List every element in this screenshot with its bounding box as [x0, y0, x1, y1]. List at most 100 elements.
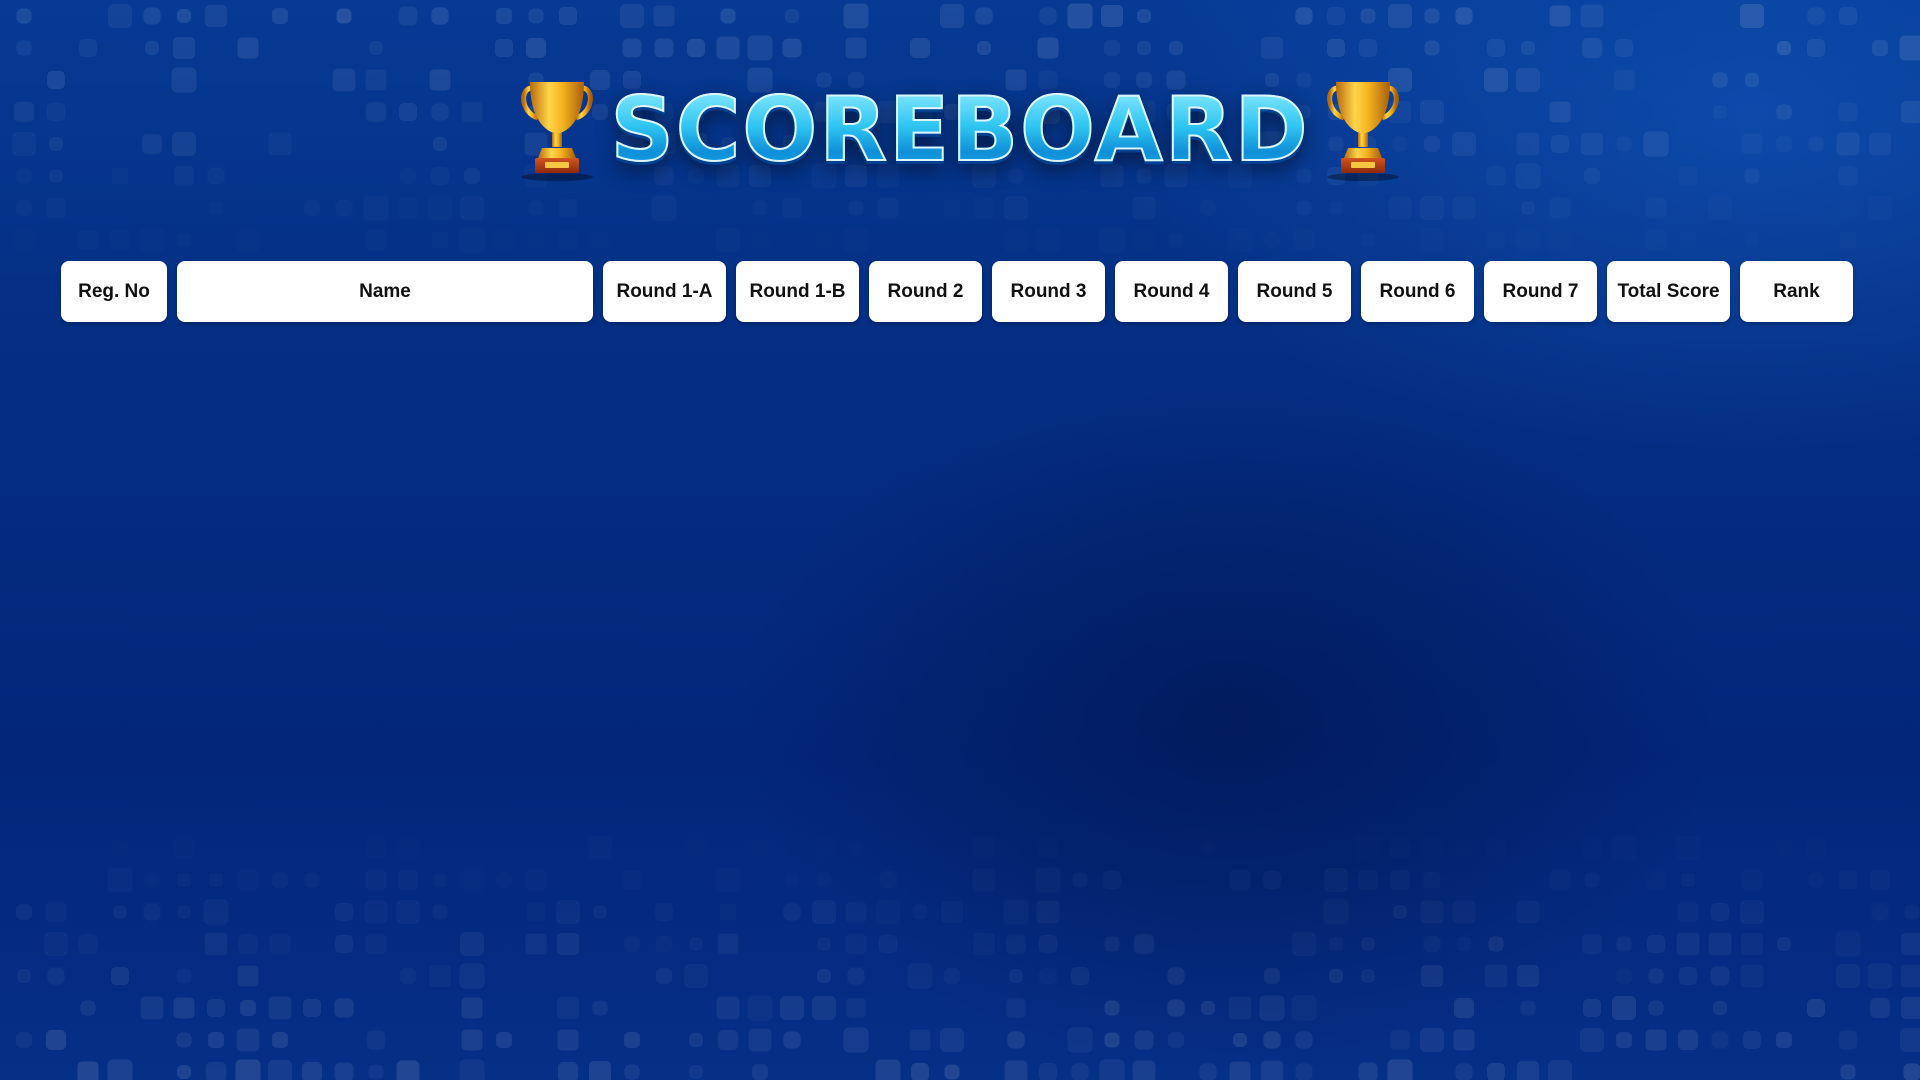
- pattern-square: [1550, 870, 1571, 891]
- pattern-square: [1676, 836, 1700, 860]
- column-header-round-1a[interactable]: Round 1-A: [603, 261, 726, 322]
- pattern-square: [1647, 871, 1666, 890]
- pattern-square: [849, 841, 864, 856]
- pattern-square: [846, 934, 867, 955]
- pattern-square: [335, 903, 353, 921]
- pattern-square: [272, 1032, 288, 1048]
- pattern-square: [1039, 1063, 1057, 1080]
- pattern-square: [1420, 196, 1444, 220]
- pattern-square: [1870, 998, 1890, 1018]
- pattern-square: [655, 903, 673, 921]
- pattern-square: [365, 229, 387, 251]
- pattern-square: [1039, 7, 1057, 25]
- pattern-square: [16, 1032, 32, 1048]
- pattern-square: [1228, 996, 1252, 1020]
- pattern-square: [1104, 1032, 1120, 1048]
- column-header-round-2[interactable]: Round 2: [869, 261, 982, 322]
- pattern-square: [428, 196, 452, 220]
- pattern-square: [111, 967, 129, 985]
- column-header-round-1b[interactable]: Round 1-B: [736, 261, 859, 322]
- pattern-square: [977, 41, 991, 55]
- pattern-square: [16, 8, 32, 24]
- pattern-square: [1073, 873, 1088, 888]
- pattern-square: [558, 230, 578, 250]
- pattern-square: [47, 967, 65, 985]
- pattern-square: [812, 996, 836, 1020]
- pattern-square: [1583, 999, 1601, 1017]
- pattern-square: [1004, 1060, 1028, 1080]
- pattern-square: [656, 936, 673, 953]
- pattern-square: [1101, 5, 1123, 27]
- pattern-square: [77, 1061, 99, 1080]
- pattern-square: [1486, 838, 1506, 858]
- pattern-square: [1582, 38, 1602, 58]
- column-header-name[interactable]: Name: [177, 261, 593, 322]
- pattern-square: [1807, 7, 1825, 25]
- pattern-square: [46, 1030, 66, 1050]
- pattern-square: [557, 997, 579, 1019]
- pattern-square: [1871, 871, 1890, 890]
- pattern-square: [620, 4, 644, 28]
- pattern-square: [1676, 932, 1700, 956]
- pattern-square: [268, 996, 292, 1020]
- pattern-square: [1099, 1059, 1125, 1080]
- pattern-square: [1711, 1031, 1729, 1049]
- pattern-square: [1100, 228, 1125, 253]
- pattern-square: [817, 937, 831, 951]
- pattern-square: [236, 1028, 260, 1052]
- pattern-square: [1741, 965, 1764, 988]
- column-header-round-6[interactable]: Round 6: [1361, 261, 1474, 322]
- pattern-square: [1390, 870, 1410, 890]
- column-header-round-5[interactable]: Round 5: [1238, 261, 1351, 322]
- pattern-square: [1517, 1061, 1539, 1080]
- column-header-round-4[interactable]: Round 4: [1115, 261, 1228, 322]
- pattern-square: [1840, 232, 1857, 249]
- pattern-square: [110, 230, 131, 251]
- pattern-square: [1517, 965, 1539, 987]
- pattern-square: [1230, 870, 1251, 891]
- pattern-square: [1360, 8, 1376, 24]
- pattern-square: [1229, 1061, 1251, 1080]
- pattern-square: [78, 230, 98, 250]
- pattern-square: [622, 38, 642, 58]
- column-header-rank[interactable]: Rank: [1740, 261, 1853, 322]
- pattern-square: [1455, 7, 1473, 25]
- column-header-round-3[interactable]: Round 3: [992, 261, 1105, 322]
- pattern-square: [1487, 39, 1505, 57]
- pattern-square: [1259, 995, 1285, 1021]
- pattern-square: [1616, 232, 1632, 248]
- pattern-square: [1329, 201, 1343, 215]
- pattern-square: [1036, 228, 1061, 253]
- pattern-square: [433, 905, 448, 920]
- pattern-square: [1071, 967, 1089, 985]
- pattern-square: [652, 196, 677, 221]
- column-header-round-7[interactable]: Round 7: [1484, 261, 1597, 322]
- pattern-square: [1550, 198, 1571, 219]
- pattern-square: [817, 233, 831, 247]
- pattern-square: [44, 932, 68, 956]
- pattern-square: [814, 838, 834, 858]
- pattern-square: [782, 38, 802, 58]
- pattern-square: [1548, 1060, 1572, 1080]
- column-header-total-score[interactable]: Total Score: [1607, 261, 1730, 322]
- pattern-square: [1422, 838, 1443, 859]
- pattern-square: [1390, 1030, 1410, 1050]
- pattern-square: [940, 1028, 964, 1052]
- pattern-square: [589, 837, 612, 860]
- pattern-square: [558, 1062, 578, 1080]
- pattern-square: [1201, 841, 1216, 856]
- pattern-square: [1004, 900, 1029, 925]
- pattern-square: [1807, 39, 1825, 57]
- pattern-square: [1137, 9, 1151, 23]
- pattern-square: [1645, 229, 1667, 251]
- column-header-reg-no[interactable]: Reg. No: [61, 261, 167, 322]
- pattern-square: [334, 998, 354, 1018]
- pattern-square: [1521, 201, 1535, 215]
- pattern-square: [654, 38, 674, 58]
- pattern-square: [623, 871, 642, 890]
- pattern-square: [656, 968, 672, 984]
- pattern-square: [817, 969, 831, 983]
- pattern-square: [1071, 1063, 1089, 1080]
- pattern-square: [687, 39, 705, 57]
- pattern-square: [16, 40, 32, 56]
